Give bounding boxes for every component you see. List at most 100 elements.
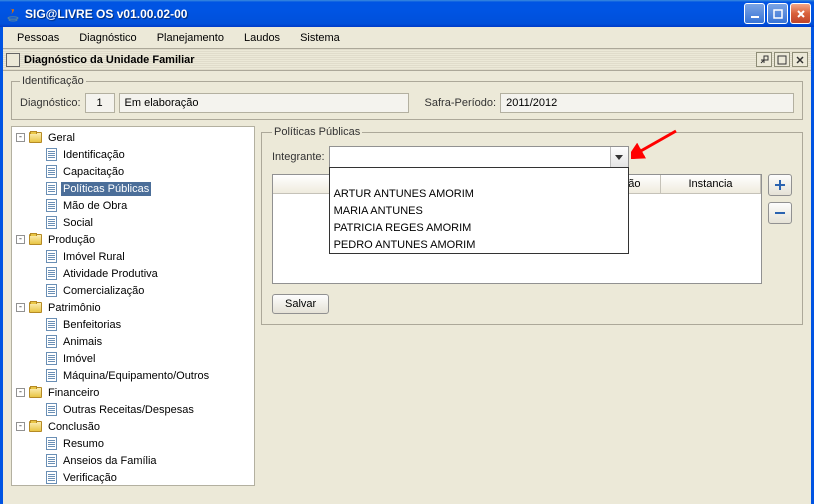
tree-node-label: Anseios da Família [61, 454, 159, 468]
window-titlebar: SIG@LIVRE OS v01.00.02-00 [0, 0, 814, 27]
document-icon [46, 437, 57, 450]
tree-node-label: Máquina/Equipamento/Outros [61, 369, 211, 383]
ident-legend: Identificação [20, 75, 86, 87]
tree-node-label: Benfeitorias [61, 318, 123, 332]
tree-folder[interactable]: -Conclusão [16, 418, 102, 435]
tree-folder[interactable]: -Patrimônio [16, 299, 103, 316]
tree-item[interactable]: Social [33, 214, 95, 231]
java-icon [5, 6, 21, 22]
tree-folder[interactable]: - Produção [16, 231, 97, 248]
tree-node-label: Geral [46, 131, 77, 145]
close-button[interactable] [790, 3, 811, 24]
folder-icon [29, 234, 42, 245]
minimize-button[interactable] [744, 3, 765, 24]
menu-planejamento[interactable]: Planejamento [147, 29, 234, 47]
tree-node-label: Verificação [61, 471, 119, 485]
combo-option[interactable]: ARTUR ANTUNES AMORIM [330, 185, 628, 202]
tree-node-label: Capacitação [61, 165, 126, 179]
menu-sistema[interactable]: Sistema [290, 29, 350, 47]
menu-pessoas[interactable]: Pessoas [7, 29, 69, 47]
tree-item[interactable]: Comercialização [33, 282, 146, 299]
folder-icon [29, 421, 42, 432]
add-row-button[interactable] [768, 174, 792, 196]
tree-item[interactable]: Mão de Obra [33, 197, 129, 214]
tree-node-label: Imóvel [61, 352, 97, 366]
diag-value: 1 [85, 93, 115, 113]
tree-item[interactable]: Máquina/Equipamento/Outros [33, 367, 211, 384]
folder-icon [29, 132, 42, 143]
safra-value: 2011/2012 [500, 93, 794, 113]
internal-window-title: Diagnóstico da Unidade Familiar [24, 54, 754, 66]
nav-tree[interactable]: - Geral Identificação Capacitação Políticas … [11, 126, 255, 486]
tree-item[interactable]: Verificação [33, 469, 119, 486]
combo-option[interactable] [330, 168, 628, 185]
tree-toggle[interactable]: - [16, 303, 25, 312]
tree-node-label: Políticas Públicas [61, 182, 151, 196]
tree-toggle[interactable]: - [16, 422, 25, 431]
tree-node-label: Imóvel Rural [61, 250, 127, 264]
tree-item[interactable]: Benfeitorias [33, 316, 123, 333]
document-icon [46, 352, 57, 365]
tree-item[interactable]: Animais [33, 333, 104, 350]
tree-toggle[interactable]: - [16, 235, 25, 244]
internal-window-icon [6, 53, 20, 67]
safra-label: Safra-Período: [425, 97, 497, 109]
tree-toggle[interactable]: - [16, 388, 25, 397]
combo-option[interactable]: PATRICIA REGES AMORIM [330, 219, 628, 236]
table-col-2: Instancia [661, 175, 761, 193]
integrante-combobox[interactable]: ARTUR ANTUNES AMORIMMARIA ANTUNESPATRICI… [329, 146, 629, 168]
ident-fieldset: Identificação Diagnóstico: 1 Em elaboraç… [11, 75, 803, 120]
window-title: SIG@LIVRE OS v01.00.02-00 [25, 7, 742, 21]
document-icon [46, 284, 57, 297]
save-button[interactable]: Salvar [272, 294, 329, 314]
tree-node-label: Outras Receitas/Despesas [61, 403, 196, 417]
maximize-button[interactable] [767, 3, 788, 24]
document-icon [46, 369, 57, 382]
document-icon [46, 403, 57, 416]
internal-close-button[interactable] [792, 52, 808, 67]
tree-node-label: Comercialização [61, 284, 146, 298]
menu-laudos[interactable]: Laudos [234, 29, 290, 47]
integrante-dropdown-list[interactable]: ARTUR ANTUNES AMORIMMARIA ANTUNESPATRICI… [329, 167, 629, 254]
tree-item[interactable]: Imóvel [33, 350, 97, 367]
document-icon [46, 335, 57, 348]
tree-item[interactable]: Capacitação [33, 163, 126, 180]
tree-folder[interactable]: - Geral [16, 129, 77, 146]
menubar: Pessoas Diagnóstico Planejamento Laudos … [3, 27, 811, 49]
document-icon [46, 216, 57, 229]
document-icon [46, 471, 57, 484]
tree-item[interactable]: Atividade Produtiva [33, 265, 160, 282]
minus-icon [774, 207, 786, 219]
document-icon [46, 318, 57, 331]
politicas-publicas-fieldset: Políticas Públicas Integrante: ARTUR ANT… [261, 126, 803, 325]
internal-window-titlebar: Diagnóstico da Unidade Familiar [3, 49, 811, 71]
combo-option[interactable]: PEDRO ANTUNES AMORIM [330, 236, 628, 253]
internal-iconify-button[interactable] [756, 52, 772, 67]
tree-item[interactable]: Imóvel Rural [33, 248, 127, 265]
tree-node-label: Social [61, 216, 95, 230]
tree-toggle[interactable]: - [16, 133, 25, 142]
tree-node-label: Produção [46, 233, 97, 247]
folder-icon [29, 302, 42, 313]
status-value: Em elaboração [119, 93, 409, 113]
internal-maximize-button[interactable] [774, 52, 790, 67]
document-icon [46, 148, 57, 161]
tree-node-label: Animais [61, 335, 104, 349]
tree-item[interactable]: Outras Receitas/Despesas [33, 401, 196, 418]
tree-folder[interactable]: -Financeiro [16, 384, 101, 401]
document-icon [46, 454, 57, 467]
combo-option[interactable]: MARIA ANTUNES [330, 202, 628, 219]
remove-row-button[interactable] [768, 202, 792, 224]
chevron-down-icon[interactable] [610, 147, 628, 167]
menu-diagnostico[interactable]: Diagnóstico [69, 29, 146, 47]
tree-node-label: Atividade Produtiva [61, 267, 160, 281]
tree-item[interactable]: Políticas Públicas [33, 180, 151, 197]
tree-node-label: Identificação [61, 148, 127, 162]
tree-item[interactable]: Identificação [33, 146, 127, 163]
document-icon [46, 165, 57, 178]
tree-item[interactable]: Anseios da Família [33, 452, 159, 469]
tree-item[interactable]: Resumo [33, 435, 106, 452]
tree-node-label: Resumo [61, 437, 106, 451]
plus-icon [774, 179, 786, 191]
folder-icon [29, 387, 42, 398]
